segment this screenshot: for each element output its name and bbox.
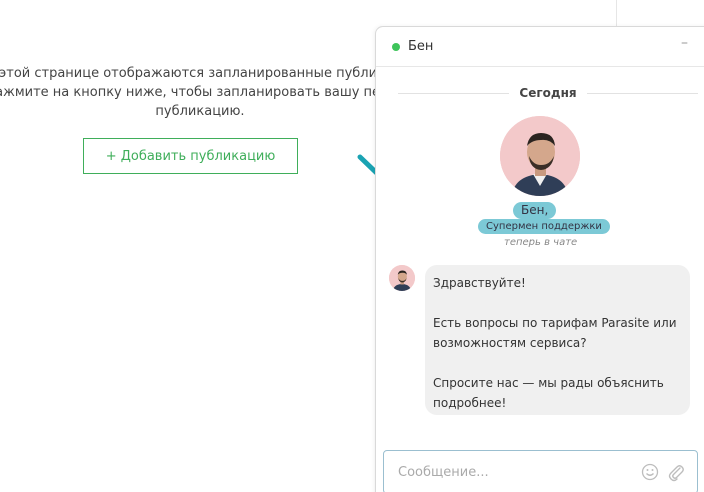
- date-separator: Сегодня: [398, 85, 698, 101]
- smiley-icon[interactable]: [641, 463, 659, 481]
- agent-status-text: теперь в чате: [504, 237, 578, 248]
- page: На этой странице отображаются запланиров…: [0, 0, 704, 492]
- message-avatar: [389, 265, 415, 291]
- minimize-button[interactable]: –: [681, 35, 688, 51]
- message-composer: [383, 450, 698, 492]
- message-bubble: Здравствуйте! Есть вопросы по тарифам Pa…: [425, 265, 690, 415]
- message-line: Здравствуйте!: [433, 276, 526, 290]
- chat-widget: Бен – Сегодня Бен, Супермен поддержки те…: [375, 26, 704, 492]
- agent-role-badge: Супермен поддержки: [478, 219, 610, 234]
- message-line: Есть вопросы по тарифам Parasite или воз…: [433, 316, 677, 350]
- online-status-icon: [392, 43, 400, 51]
- date-label: Сегодня: [519, 86, 577, 100]
- agent-avatar: [500, 116, 580, 196]
- paperclip-icon[interactable]: [667, 462, 685, 482]
- agent-first-name-badge: Бен,: [513, 202, 557, 219]
- chat-header: Бен –: [376, 27, 704, 67]
- message-input[interactable]: [384, 451, 634, 492]
- chat-agent-name: Бен: [408, 39, 434, 54]
- message-line: Спросите нас — мы рады объяснить подробн…: [433, 376, 664, 410]
